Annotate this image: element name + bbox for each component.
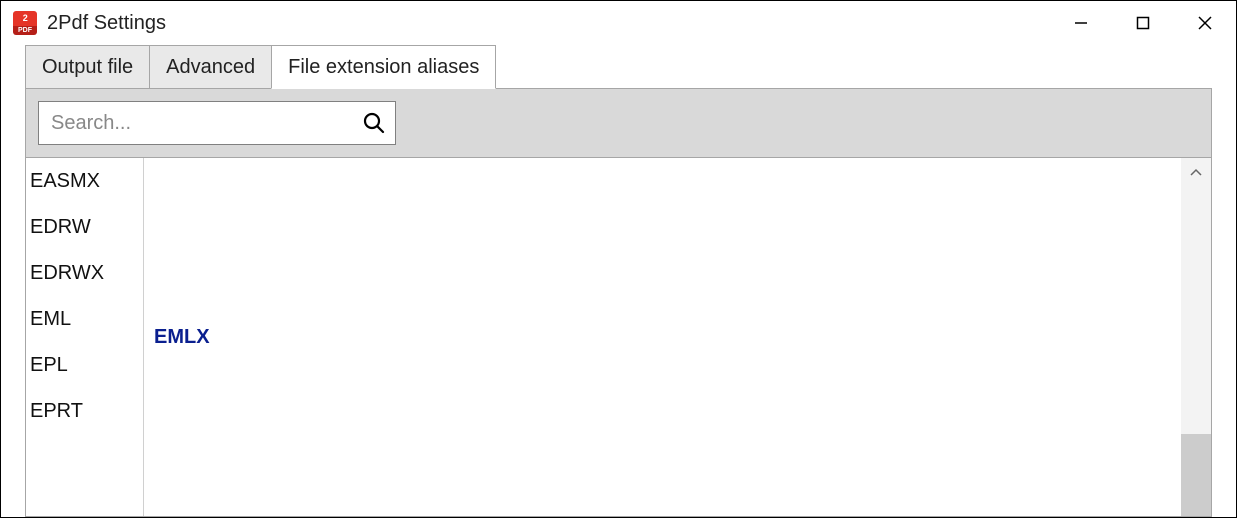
extension-item[interactable]: EPRT	[26, 388, 143, 434]
search-icon[interactable]	[363, 112, 385, 134]
scroll-thumb[interactable]	[1181, 434, 1211, 516]
settings-window: 2 PDF 2Pdf Settings Output file Advanc	[0, 0, 1237, 518]
tab-row: Output file Advanced File extension alia…	[1, 45, 1236, 89]
extension-item[interactable]: EASMX	[26, 158, 143, 204]
search-bar	[26, 89, 1211, 158]
extension-name: EDRWX	[30, 262, 104, 284]
app-icon-top: 2	[13, 11, 37, 26]
alias-value[interactable]: EMLX	[154, 326, 210, 349]
close-icon	[1198, 16, 1212, 30]
minimize-button[interactable]	[1050, 1, 1112, 45]
extension-item[interactable]: EDRW	[26, 204, 143, 250]
extension-name: EPL	[30, 354, 68, 376]
vertical-scrollbar[interactable]	[1181, 158, 1211, 516]
scroll-up-button[interactable]	[1181, 158, 1211, 188]
tab-file-extension-aliases[interactable]: File extension aliases	[271, 45, 496, 89]
tab-label: File extension aliases	[288, 56, 479, 79]
extension-list: EASMX EDRW EDRWX EML EPL EPRT	[26, 158, 144, 516]
extension-name: EDRW	[30, 216, 91, 238]
alias-content: EASMX EDRW EDRWX EML EPL EPRT EMLX	[26, 158, 1211, 516]
extension-name: EPRT	[30, 400, 83, 422]
extension-item[interactable]: EML	[26, 296, 143, 342]
tab-label: Advanced	[166, 56, 255, 79]
tab-output-file[interactable]: Output file	[25, 45, 150, 89]
minimize-icon	[1074, 16, 1088, 30]
close-button[interactable]	[1174, 1, 1236, 45]
extension-name: EASMX	[30, 170, 100, 192]
extension-item[interactable]: EPL	[26, 342, 143, 388]
alias-pane: EMLX	[144, 158, 1181, 516]
maximize-icon	[1136, 16, 1150, 30]
tab-panel: EASMX EDRW EDRWX EML EPL EPRT EMLX	[25, 88, 1212, 517]
maximize-button[interactable]	[1112, 1, 1174, 45]
app-icon-bottom: PDF	[13, 26, 37, 35]
scroll-track[interactable]	[1181, 188, 1211, 516]
window-controls	[1050, 1, 1236, 45]
tab-label: Output file	[42, 56, 133, 79]
search-box[interactable]	[38, 101, 396, 145]
extension-name: EML	[30, 308, 71, 330]
app-icon: 2 PDF	[13, 11, 37, 35]
extension-item[interactable]: EDRWX	[26, 250, 143, 296]
titlebar: 2 PDF 2Pdf Settings	[1, 1, 1236, 45]
chevron-up-icon	[1190, 167, 1202, 179]
search-input[interactable]	[49, 102, 363, 144]
tab-advanced[interactable]: Advanced	[149, 45, 272, 89]
